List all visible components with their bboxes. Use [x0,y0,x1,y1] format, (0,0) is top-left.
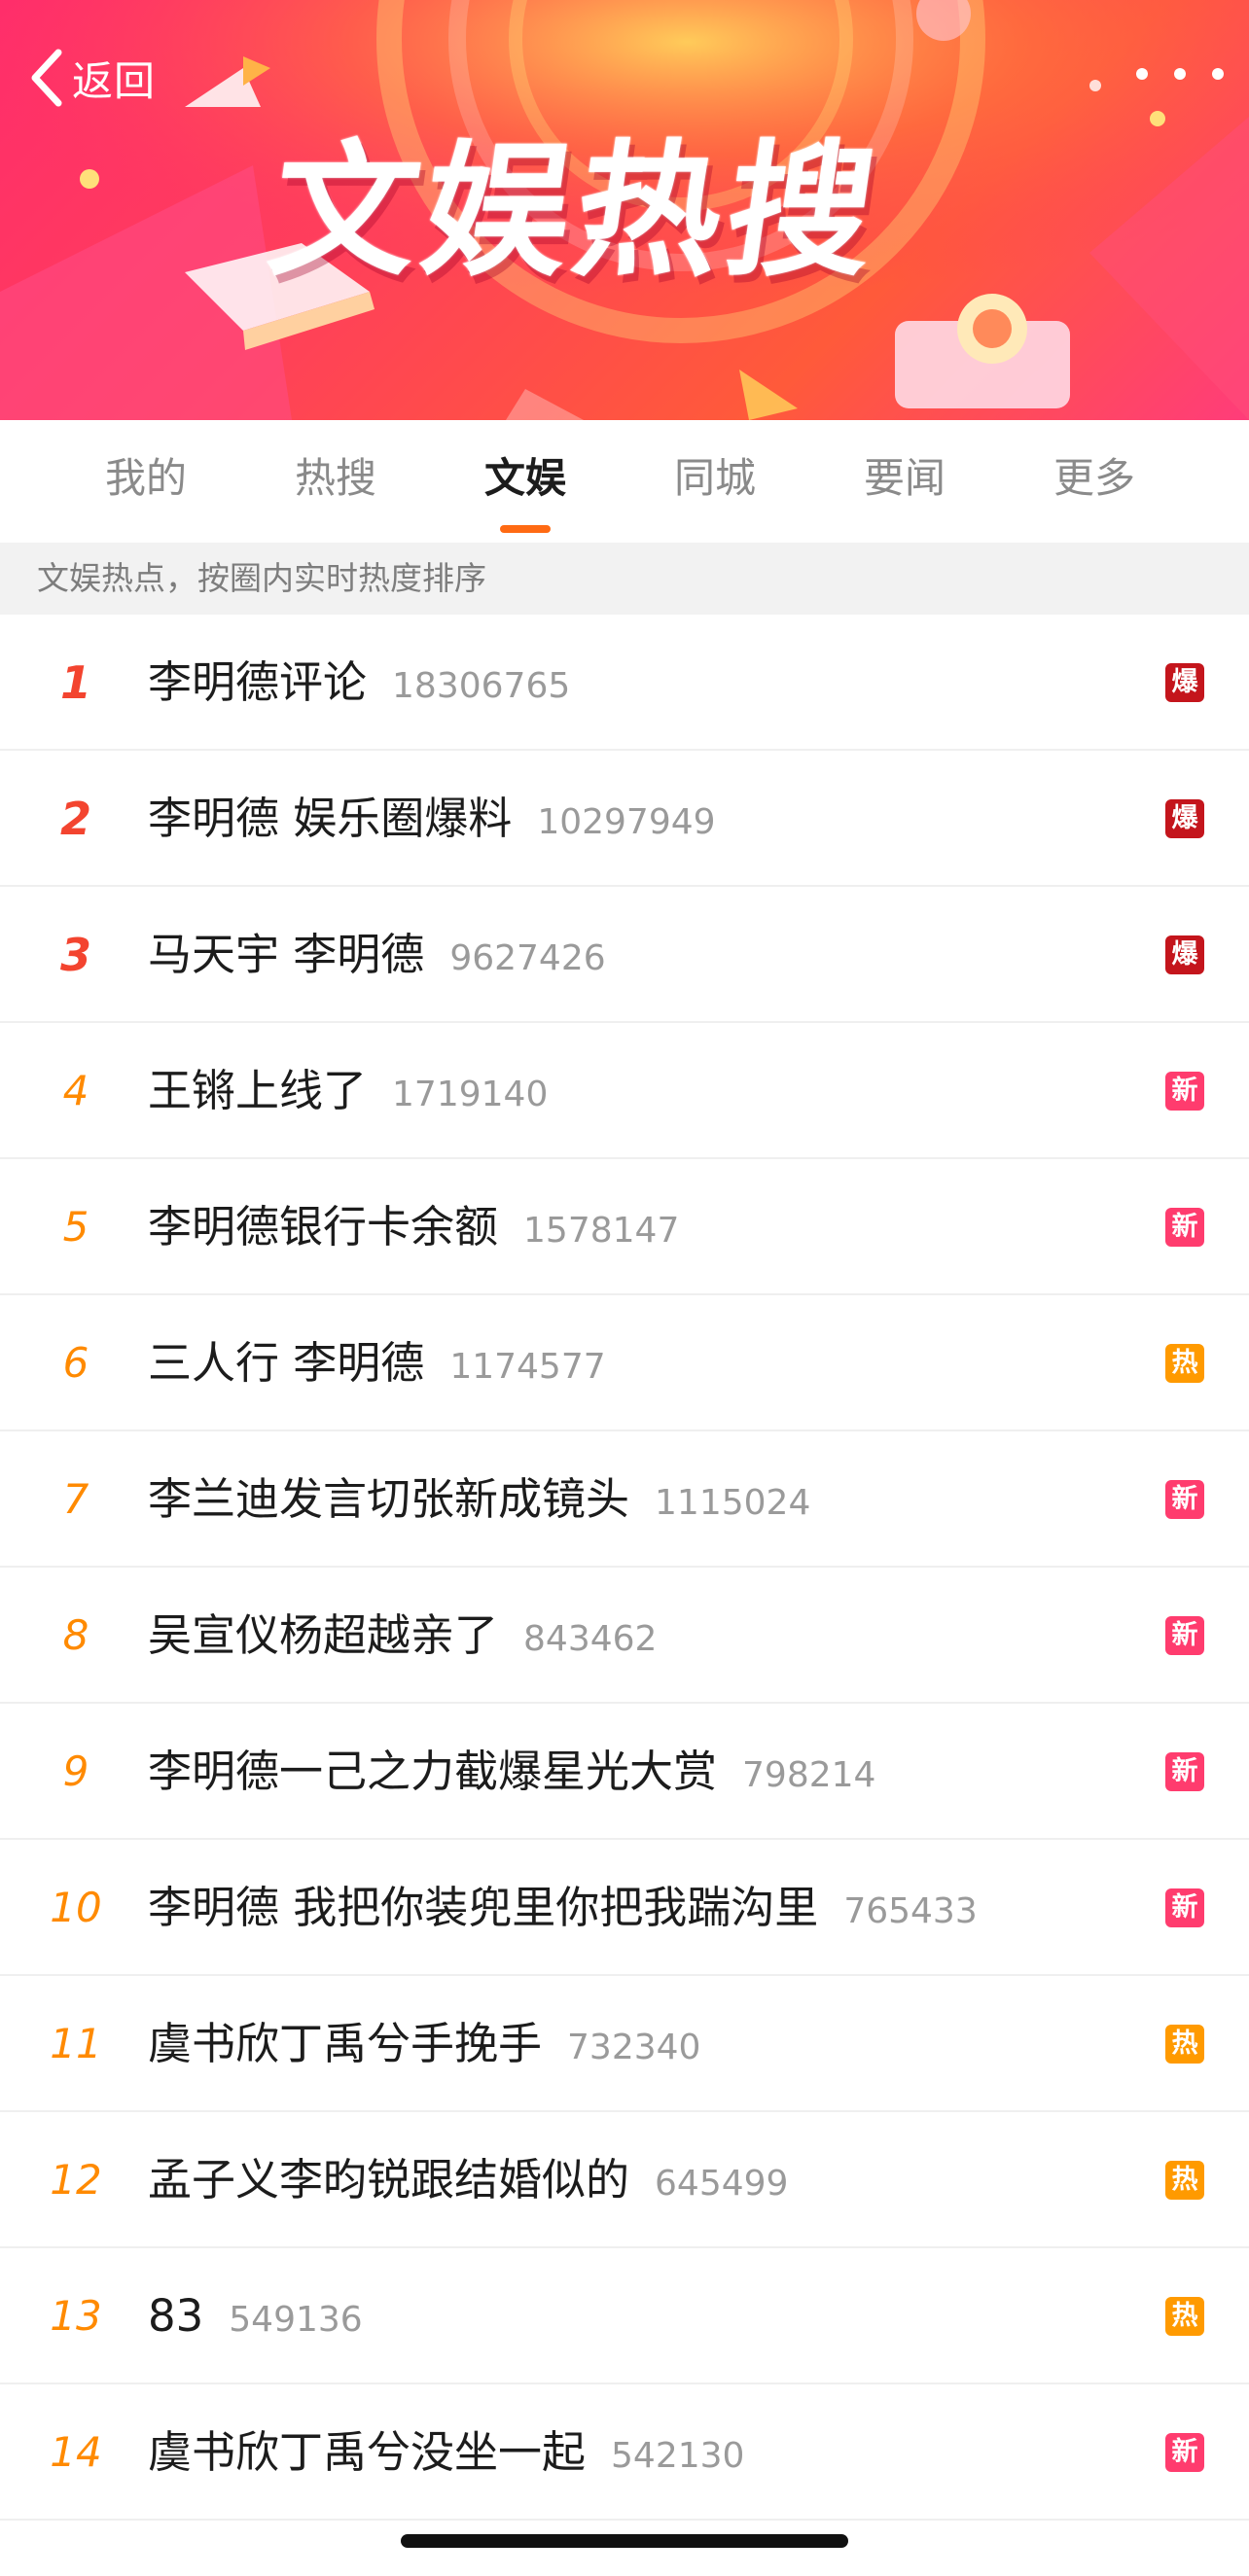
rank-number: 5 [62,1203,89,1251]
explosive-badge: 爆 [1165,663,1204,702]
list-item[interactable]: 4 王锵上线了 1719140 新 [0,1023,1249,1159]
item-heat-count: 732340 [567,2028,701,2067]
list-item[interactable]: 12 孟子义李昀锐跟结婚似的 645499 热 [0,2112,1249,2248]
item-title: 李明德银行卡余额 [148,1201,499,1253]
hot-badge: 热 [1165,2297,1204,2336]
item-title: 李兰迪发言切张新成镜头 [148,1473,630,1525]
item-title: 83 [148,2290,204,2342]
tab-label: 同城 [673,454,756,502]
tab-label: 更多 [1053,454,1135,502]
item-title: 李明德一己之力截爆星光大赏 [148,1746,718,1797]
rank-number: 3 [59,929,91,981]
more-dot-icon [1174,68,1186,80]
item-heat-count: 10297949 [537,802,716,842]
item-title: 虞书欣丁禹兮没坐一起 [148,2426,587,2478]
item-title: 李明德评论 [148,656,368,708]
new-badge: 新 [1165,2433,1204,2472]
explosive-badge: 爆 [1165,935,1204,974]
item-heat-count: 542130 [611,2436,745,2476]
item-title: 虞书欣丁禹兮手挽手 [148,2018,543,2069]
list-item[interactable]: 2 李明德 娱乐圈爆料 10297949 爆 [0,751,1249,887]
item-heat-count: 1115024 [655,1483,811,1523]
new-badge: 新 [1165,1208,1204,1247]
list-item[interactable]: 8 吴宣仪杨超越亲了 843462 新 [0,1568,1249,1704]
more-dot-icon [1136,68,1148,80]
list-item[interactable]: 5 李明德银行卡余额 1578147 新 [0,1159,1249,1295]
banner: 返回 文娱热搜 [0,0,1249,420]
back-label: 返回 [72,56,157,105]
list-description-bar: 文娱热点，按圈内实时热度排序 [0,543,1249,615]
list-item[interactable]: 10 李明德 我把你装兜里你把我踹沟里 765433 新 [0,1840,1249,1976]
rank-number: 8 [62,1611,89,1659]
back-button[interactable]: 返回 [27,39,156,117]
item-title: 吴宣仪杨超越亲了 [148,1609,499,1661]
list-item[interactable]: 14 虞书欣丁禹兮没坐一起 542130 新 [0,2384,1249,2521]
list-item[interactable]: 6 三人行 李明德 1174577 热 [0,1295,1249,1431]
item-heat-count: 798214 [742,1755,876,1795]
list-item[interactable]: 9 李明德一己之力截爆星光大赏 798214 新 [0,1704,1249,1840]
list-description: 文娱热点，按圈内实时热度排序 [37,559,486,597]
list-item[interactable]: 7 李兰迪发言切张新成镜头 1115024 新 [0,1431,1249,1568]
list-item[interactable]: 13 83 549136 热 [0,2248,1249,2384]
tab-mine[interactable]: 我的 [68,420,224,543]
new-badge: 新 [1165,1072,1204,1111]
rank-number: 4 [62,1067,89,1114]
tab-bar: 我的 热搜 文娱 同城 要闻 更多 [0,420,1249,543]
tab-label: 要闻 [863,454,946,502]
rank-number: 2 [59,793,91,845]
tab-label: 热搜 [294,454,376,502]
item-heat-count: 843462 [523,1619,658,1659]
item-title: 王锵上线了 [148,1065,368,1116]
tab-entertainment[interactable]: 文娱 [447,420,603,543]
item-heat-count: 1174577 [449,1347,606,1387]
new-badge: 新 [1165,1752,1204,1791]
rank-number: 11 [50,2020,102,2067]
tab-hot-search[interactable]: 热搜 [258,420,413,543]
list-item[interactable]: 3 马天宇 李明德 9627426 爆 [0,887,1249,1023]
rank-number: 6 [62,1339,89,1387]
item-title: 李明德 娱乐圈爆料 [148,793,513,844]
more-dot-icon [1212,68,1224,80]
hot-badge: 热 [1165,1344,1204,1383]
item-heat-count: 645499 [655,2164,789,2204]
new-badge: 新 [1165,1888,1204,1927]
rank-number: 13 [50,2292,102,2340]
item-heat-count: 1578147 [523,1211,680,1251]
item-heat-count: 1719140 [392,1075,549,1114]
rank-number: 9 [62,1747,89,1795]
item-heat-count: 18306765 [392,666,571,706]
new-badge: 新 [1165,1480,1204,1519]
active-tab-indicator [500,525,551,533]
rank-number: 12 [50,2156,102,2204]
hot-badge: 热 [1165,2161,1204,2200]
list-item[interactable]: 11 虞书欣丁禹兮手挽手 732340 热 [0,1976,1249,2112]
tab-label: 文娱 [483,454,566,502]
rank-number: 14 [50,2428,102,2476]
item-title: 马天宇 李明德 [148,929,425,980]
tab-local[interactable]: 同城 [637,420,793,543]
banner-title: 文娱热搜 [260,127,892,297]
rank-number: 1 [59,656,91,709]
item-heat-count: 9627426 [449,938,606,978]
new-badge: 新 [1165,1616,1204,1655]
hot-search-list: 1 李明德评论 18306765 爆 2 李明德 娱乐圈爆料 10297949 爆 … [0,615,1249,2521]
list-item[interactable]: 1 李明德评论 18306765 爆 [0,615,1249,751]
item-title: 三人行 李明德 [148,1337,425,1389]
tab-more[interactable]: 更多 [1017,420,1172,543]
hot-badge: 热 [1165,2025,1204,2064]
rank-number: 10 [50,1884,102,1931]
page: 返回 文娱热搜 我的 热搜 文娱 同城 要闻 更多 文娱热点，按圈内实时热度排序… [0,0,1249,2576]
tab-label: 我的 [104,454,187,502]
item-title: 李明德 我把你装兜里你把我踹沟里 [148,1882,819,1933]
home-indicator[interactable] [401,2534,848,2548]
chevron-left-icon [31,49,62,107]
rank-number: 7 [62,1475,89,1523]
item-heat-count: 765433 [843,1891,978,1931]
item-heat-count: 549136 [229,2300,363,2340]
item-title: 孟子义李昀锐跟结婚似的 [148,2154,630,2205]
explosive-badge: 爆 [1165,799,1204,838]
tab-news[interactable]: 要闻 [827,420,982,543]
more-options-button[interactable] [1136,53,1224,95]
